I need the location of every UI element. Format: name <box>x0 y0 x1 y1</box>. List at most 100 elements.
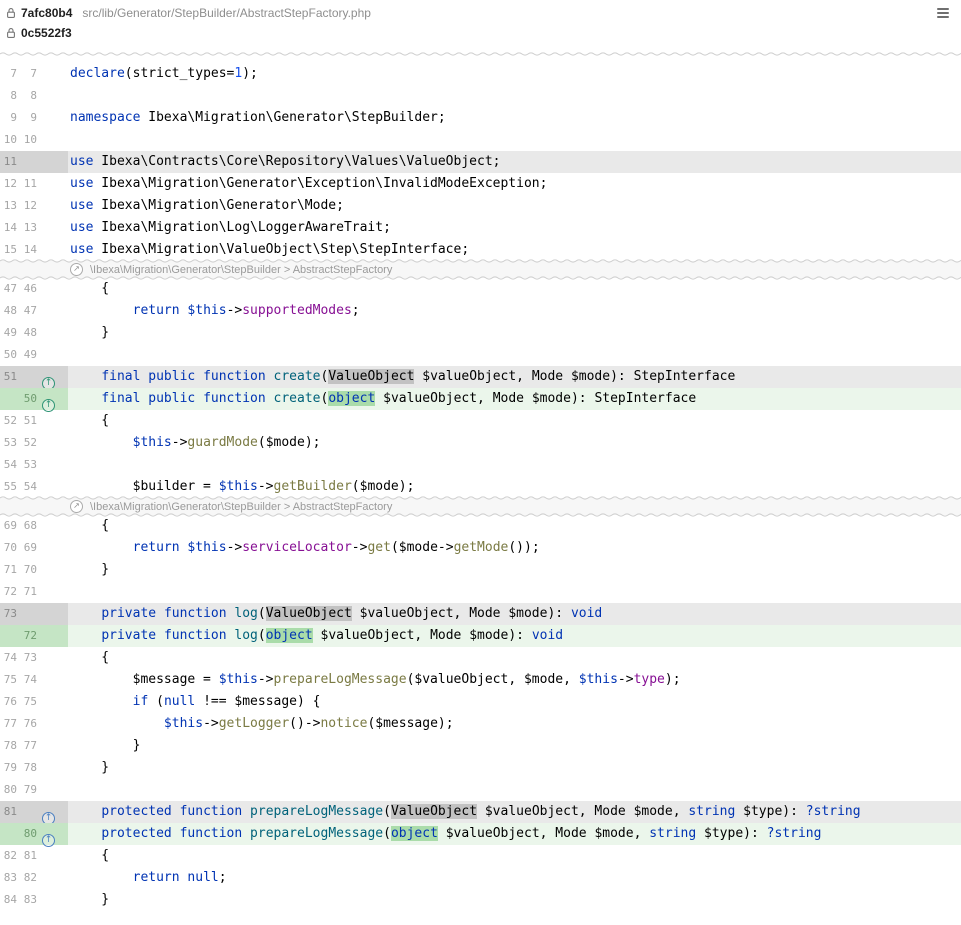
code-text: $this->guardMode($mode); <box>68 432 961 454</box>
code-text: use Ibexa\Contracts\Core\Repository\Valu… <box>68 151 961 173</box>
code-token: use <box>70 220 93 235</box>
code-token: $valueObject, Mode $mode): <box>313 628 532 643</box>
gutter-icon-slot <box>42 68 57 81</box>
code-token: -> <box>227 540 243 555</box>
gutter-icon-slot <box>42 222 57 235</box>
code-token: public <box>148 369 195 384</box>
gutter-icon-slot <box>42 305 57 318</box>
new-line-number: 72 <box>20 625 37 647</box>
collapsed-region-separator[interactable]: ↗\Ibexa\Migration\Generator\StepBuilder … <box>0 498 961 515</box>
menu-icon[interactable] <box>935 6 951 20</box>
code-token: $valueObject, Mode $mode): <box>352 606 571 621</box>
code-token: prepareLogMessage <box>274 672 407 687</box>
code-token: object <box>328 391 375 406</box>
gutter-icon-slot <box>42 652 57 665</box>
diff-line: 1514use Ibexa\Migration\ValueObject\Step… <box>0 239 961 261</box>
new-line-number: 71 <box>20 581 37 603</box>
diff-line: 5049 <box>0 344 961 366</box>
gutter: 7170 <box>0 559 68 581</box>
code-token <box>70 435 133 450</box>
diff-line: 6968 { <box>0 515 961 537</box>
code-token <box>195 369 203 384</box>
code-token: getMode <box>454 540 509 555</box>
code-token: $valueObject, Mode $mode, <box>438 826 649 841</box>
code-token: ; <box>352 303 360 318</box>
code-token: { <box>70 848 109 863</box>
new-line-number: 53 <box>20 454 37 476</box>
code-token <box>266 369 274 384</box>
code-token: use <box>70 242 93 257</box>
gutter: 7069 <box>0 537 68 559</box>
gutter: 7978 <box>0 757 68 779</box>
code-text: if (null !== $message) { <box>68 691 961 713</box>
code-text: } <box>68 559 961 581</box>
old-line-number: 80 <box>0 779 17 801</box>
code-text <box>68 344 961 366</box>
code-token: getBuilder <box>274 479 352 494</box>
code-token: ()-> <box>289 716 320 731</box>
navigate-icon[interactable]: ↗ <box>70 500 83 513</box>
gutter-icon-slot <box>42 134 57 147</box>
code-text: namespace Ibexa\Migration\Generator\Step… <box>68 107 961 129</box>
diff-line: 99namespace Ibexa\Migration\Generator\St… <box>0 107 961 129</box>
old-line-number: 12 <box>0 173 17 195</box>
code-token: Ibexa\Migration\Generator\Exception\Inva… <box>93 176 547 191</box>
code-token: -> <box>258 672 274 687</box>
old-line-number: 15 <box>0 239 17 261</box>
old-line-number: 49 <box>0 322 17 344</box>
gutter: 7473 <box>0 647 68 669</box>
code-token: } <box>70 738 140 753</box>
diff-line: 1413use Ibexa\Migration\Log\LoggerAwareT… <box>0 217 961 239</box>
old-line-number: 10 <box>0 129 17 151</box>
code-token: supportedModes <box>242 303 352 318</box>
diff-line: 7271 <box>0 581 961 603</box>
code-token: -> <box>227 303 243 318</box>
diff-line: 8281 { <box>0 845 961 867</box>
new-line-number: 73 <box>20 647 37 669</box>
new-line-number: 75 <box>20 691 37 713</box>
diff-line: 50↑ final public function create(object … <box>0 388 961 410</box>
navigate-icon[interactable]: ↗ <box>70 263 83 276</box>
gutter-icon-slot <box>42 762 57 775</box>
gutter-icon-slot <box>42 894 57 907</box>
gutter-icon-slot <box>42 630 57 643</box>
diff-line: 88 <box>0 85 961 107</box>
diff-line: 81↑ protected function prepareLogMessage… <box>0 801 961 823</box>
code-text: private function log(object $valueObject… <box>68 625 961 647</box>
gutter: 50↑ <box>0 388 68 410</box>
gutter: 7776 <box>0 713 68 735</box>
collapsed-region-separator[interactable] <box>0 44 961 63</box>
diff-line: 80↑ protected function prepareLogMessage… <box>0 823 961 845</box>
new-line-number: 11 <box>20 173 37 195</box>
new-line-number: 48 <box>20 322 37 344</box>
code-token: type <box>634 672 665 687</box>
code-token: ); <box>665 672 681 687</box>
code-token: { <box>70 518 109 533</box>
gutter-icon-slot: ↑ <box>42 371 57 384</box>
code-token: use <box>70 198 93 213</box>
gutter-icon-slot <box>42 90 57 103</box>
new-line-number: 74 <box>20 669 37 691</box>
code-token <box>242 826 250 841</box>
gutter-icon-slot <box>42 872 57 885</box>
collapsed-region-separator[interactable]: ↗\Ibexa\Migration\Generator\StepBuilder … <box>0 261 961 278</box>
code-token: $this <box>164 716 203 731</box>
code-text: return $this->serviceLocator->get($mode-… <box>68 537 961 559</box>
diff-line: 1010 <box>0 129 961 151</box>
diff-body: 77declare(strict_types=1);8899namespace … <box>0 44 961 911</box>
new-line-number: 7 <box>20 63 37 85</box>
code-token: (strict_types= <box>125 66 235 81</box>
code-token: ValueObject <box>328 369 414 384</box>
old-line-number: 52 <box>0 410 17 432</box>
diff-line: 7574 $message = $this->prepareLogMessage… <box>0 669 961 691</box>
code-token <box>70 694 133 709</box>
code-token: Ibexa\Migration\Generator\Mode; <box>93 198 343 213</box>
diff-line: 1211use Ibexa\Migration\Generator\Except… <box>0 173 961 195</box>
gutter: 5554 <box>0 476 68 498</box>
revision-old: 7afc80b4 <box>21 6 72 20</box>
gutter: 5251 <box>0 410 68 432</box>
old-line-number: 78 <box>0 735 17 757</box>
code-token: void <box>532 628 563 643</box>
lock-icon <box>6 27 16 39</box>
old-line-number: 9 <box>0 107 17 129</box>
